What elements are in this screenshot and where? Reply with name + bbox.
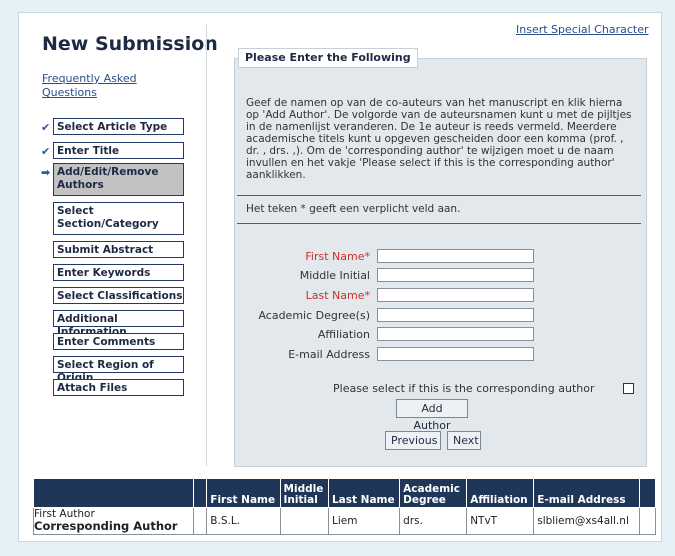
step-label: Enter Keywords — [57, 267, 151, 279]
check-icon: ✔ — [41, 121, 51, 134]
middle-initial-label: Middle Initial — [299, 269, 370, 282]
academic-degree-input[interactable] — [377, 308, 534, 322]
step-label: Select Section/Category — [57, 205, 159, 230]
separator-top — [237, 195, 641, 196]
header-cell-email: E-mail Address — [533, 478, 641, 508]
step-label: Select Classifications — [57, 290, 183, 302]
email-label: E-mail Address — [288, 348, 370, 361]
step-submit-abstract[interactable]: Submit Abstract — [53, 241, 184, 258]
header-cell-academic-degree: Academic Degree — [399, 478, 468, 508]
page-title: New Submission — [42, 33, 218, 55]
arrow-right-icon: ➡ — [41, 166, 51, 179]
step-label: Enter Title — [57, 145, 120, 157]
insert-special-character-link[interactable]: Insert Special Character — [516, 23, 648, 36]
step-label: Attach Files — [57, 382, 128, 394]
required-note: Het teken * geeft een verplicht veld aan… — [246, 203, 461, 215]
academic-degree-label: Academic Degree(s) — [258, 309, 370, 322]
divider — [206, 24, 207, 466]
step-enter-title[interactable]: ✔ Enter Title — [41, 142, 184, 159]
step-enter-keywords[interactable]: Enter Keywords — [53, 264, 184, 281]
first-name-input[interactable] — [377, 249, 534, 263]
end-cell — [639, 507, 656, 535]
corresponding-author-checkbox[interactable] — [623, 383, 634, 394]
table-row: First Author Corresponding Author B.S.L.… — [33, 507, 656, 535]
header-cell-label — [33, 478, 194, 508]
author-role-cell: First Author Corresponding Author — [33, 507, 194, 535]
separator-bottom — [237, 223, 641, 224]
email-input[interactable] — [377, 347, 534, 361]
corresponding-author-label: Please select if this is the correspondi… — [333, 382, 595, 395]
table-header-row: First Name Middle Initial Last Name Acad… — [33, 478, 656, 508]
affiliation-label: Affiliation — [317, 328, 370, 341]
step-attach-files[interactable]: Attach Files — [53, 379, 184, 396]
header-cell-end — [639, 478, 656, 508]
step-select-article-type[interactable]: ✔ Select Article Type — [41, 118, 184, 135]
step-label: Select Article Type — [57, 121, 168, 133]
affiliation-input[interactable] — [377, 327, 534, 341]
add-author-button[interactable]: Add Author — [396, 399, 468, 432]
email-cell: slbliem@xs4all.nl — [533, 507, 641, 535]
faq-link[interactable]: Frequently Asked Questions — [42, 72, 182, 100]
header-cell-first-name: First Name — [206, 478, 281, 508]
authors-table-wrap: First Name Middle Initial Last Name Acad… — [33, 478, 656, 535]
panel-legend: Please Enter the Following — [238, 48, 418, 68]
header-cell-spacer — [192, 478, 208, 508]
header-cell-affiliation: Affiliation — [466, 478, 535, 508]
authors-table: First Name Middle Initial Last Name Acad… — [33, 478, 656, 535]
first-name-label: First Name* — [305, 250, 370, 263]
author-role-line2: Corresponding Author — [34, 519, 178, 533]
next-button[interactable]: Next — [447, 431, 481, 450]
step-select-region-of-origin[interactable]: Select Region of Origin — [53, 356, 184, 384]
step-add-edit-remove-authors[interactable]: ➡ Add/Edit/Remove Authors — [41, 163, 184, 196]
header-cell-middle-initial: Middle Initial — [279, 478, 329, 508]
step-label: Enter Comments — [57, 336, 156, 348]
check-icon: ✔ — [41, 145, 51, 158]
middle-initial-input[interactable] — [377, 268, 534, 282]
first-name-cell: B.S.L. — [206, 507, 281, 535]
last-name-input[interactable] — [377, 288, 534, 302]
spacer-cell — [192, 507, 208, 535]
middle-initial-cell — [279, 507, 329, 535]
step-select-section-category[interactable]: Select Section/Category — [53, 202, 184, 235]
affiliation-cell: NTvT — [466, 507, 535, 535]
step-enter-comments[interactable]: Enter Comments — [53, 333, 184, 350]
last-name-label: Last Name* — [305, 289, 370, 302]
instructions-text: Geef de namen op van de co-auteurs van h… — [246, 97, 632, 181]
step-additional-information[interactable]: Additional Information — [53, 310, 184, 338]
academic-degree-cell: drs. — [399, 507, 468, 535]
step-label: Submit Abstract — [57, 244, 154, 256]
last-name-cell: Liem — [327, 507, 401, 535]
header-cell-last-name: Last Name — [327, 478, 401, 508]
step-select-classifications[interactable]: Select Classifications — [53, 287, 184, 304]
previous-button[interactable]: Previous — [385, 431, 441, 450]
step-label: Add/Edit/Remove Authors — [57, 166, 159, 191]
